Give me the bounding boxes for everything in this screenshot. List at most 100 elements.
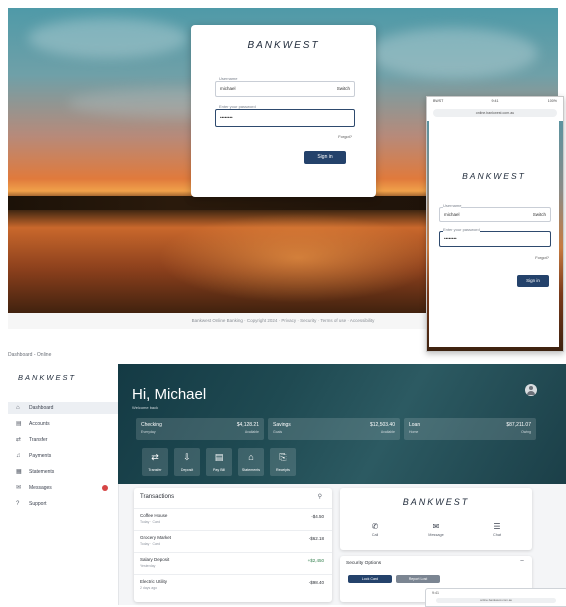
avatar[interactable] [525,384,537,396]
phone-forgot-link[interactable]: Forgot? [535,255,549,260]
username-field[interactable]: Username michael Switch [215,76,355,97]
account-tile-savings[interactable]: Savings Goals $12,503.40 Available [268,418,400,440]
account-balance: $87,211.07 [506,422,531,428]
quick-action-statements[interactable]: ⌂ Statements [238,448,264,476]
forgot-link[interactable]: Forgot? [338,134,352,139]
unread-badge [102,485,108,491]
sidebar-item-label: Payments [29,453,52,459]
quick-action-deposit[interactable]: ⇩ Deposit [174,448,200,476]
transaction-meta: Yesterday [140,564,156,568]
account-type: Goals [273,430,283,434]
sign-in-button[interactable]: Sign in [304,151,346,164]
sidebar-item-dashboard[interactable]: ⌂ Dashboard [8,402,118,414]
bill-icon: ▤ [214,452,224,462]
peek-address-bar[interactable]: online.bankwest.com.au [436,598,556,603]
phone-sign-in-button[interactable]: Sign in [517,275,549,287]
username-value: michael [220,86,236,91]
phone-status-bar: BWST 9:41 100% [427,97,563,107]
help-icon: ? [16,501,20,507]
battery-label: 100% [547,99,557,103]
transaction-amount: -$98.40 [308,580,324,585]
phone-switch-link[interactable]: Switch [533,212,546,217]
mail-icon: ✉ [16,485,22,491]
quick-action-label: Statements [241,468,261,472]
quick-action-label: Deposit [180,468,194,472]
password-field[interactable]: Enter your password •••••••• [215,104,355,127]
phone-password-value: •••••••• [444,236,457,241]
login-card: BANKWEST Username michael Switch Enter y… [191,25,376,197]
phone-login-card: BANKWEST Username michael Switch Enter y… [429,121,559,347]
password-label: Enter your password [219,104,256,109]
sidebar-item-support[interactable]: ? Support [8,498,118,510]
transaction-row[interactable]: Coffee House Today · Card -$4.50 [134,508,332,529]
address-bar[interactable]: online.bankwest.com.au [433,109,557,117]
quick-action-label: Receipts [276,468,290,472]
sidebar-item-label: Support [29,501,47,507]
contact-card-panel: BANKWEST ✆ Call ✉ Message ☰ Chat [340,488,532,550]
mobile-login-preview: BWST 9:41 100% online.bankwest.com.au BA… [426,96,564,352]
transaction-meta: Today · Card [140,542,161,546]
contact-action-label: Call [371,533,379,537]
transaction-meta: 2 days ago [140,586,158,590]
quick-action-label: Pay Bill [213,468,225,472]
quick-action-receipts[interactable]: ⎘ Receipts [270,448,296,476]
sidebar-item-messages[interactable]: ✉ Messages [8,482,118,494]
transfer-icon: ⇄ [151,452,159,462]
phone-username-value: michael [444,212,460,217]
transaction-amount: +$2,450 [307,558,324,563]
phone-password-field[interactable]: Enter your password •••••••• [439,227,551,247]
wallet-icon: ▤ [16,421,22,427]
transaction-row[interactable]: Salary Deposit Yesterday +$2,450 [134,552,332,573]
mobile-preview-peek: 9:41 online.bankwest.com.au [425,588,566,607]
sidebar-item-label: Dashboard [29,405,54,411]
transaction-description: Electric Utility [140,579,168,584]
transaction-amount: -$4.50 [311,514,324,519]
username-label: Username [219,76,238,81]
lock-card-button[interactable]: Lock Card [348,575,392,583]
transaction-description: Salary Deposit [140,557,170,562]
filter-icon[interactable]: ⚲ [318,493,322,500]
sidebar-item-label: Transfer [29,437,48,443]
home-icon: ⌂ [16,405,20,411]
switch-user-link[interactable]: Switch [337,86,350,91]
sidebar-item-transfer[interactable]: ⇄ Transfer [8,434,118,446]
sidebar-item-payments[interactable]: ♫ Payments [8,450,118,462]
contact-action-label: Chat [492,533,502,537]
transactions-panel: Transactions ⚲ Coffee House Today · Card… [134,488,332,602]
quick-action-pay-bill[interactable]: ▤ Pay Bill [206,448,232,476]
account-name: Savings [273,422,291,428]
contact-call-button[interactable]: ✆ Call [360,522,390,537]
phone-bank-logo: BANKWEST [462,171,526,181]
quick-action-transfer[interactable]: ⇄ Transfer [142,448,168,476]
sidebar-item-accounts[interactable]: ▤ Accounts [8,418,118,430]
greeting-subtitle: Welcome back [132,405,159,410]
transaction-meta: Today · Card [140,520,161,524]
account-balance-label: Available [244,430,259,434]
document-icon: ▦ [16,469,22,475]
account-name: Loan [409,422,421,428]
account-balance: $12,503.40 [369,422,395,428]
phone-username-label: Username [443,203,462,208]
phone-username-field[interactable]: Username michael Switch [439,203,551,222]
transaction-description: Grocery Market [140,535,172,540]
account-tile-checking[interactable]: Checking Everyday $4,128.21 Available [136,418,264,440]
transaction-row[interactable]: Electric Utility 2 days ago -$98.40 [134,574,332,595]
password-value: •••••••• [220,115,233,120]
bank-logo: BANKWEST [247,40,320,51]
transaction-row[interactable]: Grocery Market Today · Card -$62.18 [134,530,332,551]
message-icon: ✉ [432,522,440,531]
receipt-icon: ⎘ [279,452,287,462]
sidebar-item-label: Messages [29,485,52,491]
transfer-icon: ⇄ [16,437,22,443]
collapse-icon[interactable]: − [520,558,524,565]
contact-chat-button[interactable]: ☰ Chat [482,522,512,537]
contact-message-button[interactable]: ✉ Message [421,522,451,537]
phone-password-label: Enter your password [443,227,480,232]
sidebar-item-statements[interactable]: ▦ Statements [8,466,118,478]
account-balance-label: Owing [521,430,531,434]
card-bank-logo: BANKWEST [402,497,470,507]
account-balance-label: Available [380,430,395,434]
report-lost-button[interactable]: Report Lost [396,575,440,583]
window-tab-title: Dashboard - Online [8,352,52,358]
account-tile-loan[interactable]: Loan Home $87,211.07 Owing [404,418,536,440]
